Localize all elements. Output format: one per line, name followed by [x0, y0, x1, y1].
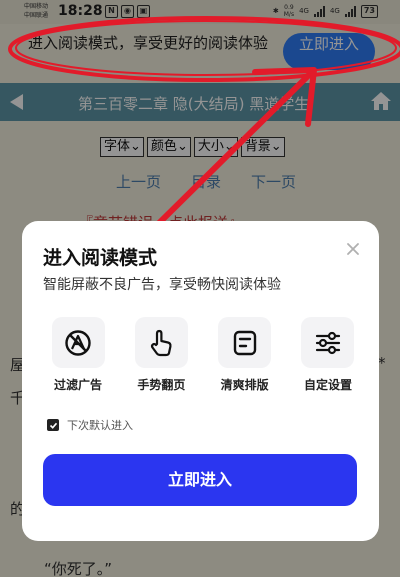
default-enter-option[interactable]: 下次默认进入 [47, 417, 133, 433]
feature-settings: 自定设置 [293, 317, 363, 393]
feature-layout: 清爽排版 [210, 317, 280, 393]
hand-gesture-icon [134, 317, 188, 368]
feature-gesture: 手势翻页 [126, 317, 196, 393]
dialog-title: 进入阅读模式 [43, 247, 158, 269]
reading-mode-dialog: 进入阅读模式 智能屏蔽不良广告，享受畅快阅读体验 过滤广告 手势翻页 清爽排版 … [22, 221, 379, 541]
feature-label: 过滤广告 [53, 378, 102, 392]
checkbox-label: 下次默认进入 [67, 419, 133, 432]
feature-label: 手势翻页 [137, 378, 186, 392]
checkmark-icon [49, 422, 57, 429]
dialog-subtitle: 智能屏蔽不良广告，享受畅快阅读体验 [43, 277, 281, 293]
feature-ad-filter: 过滤广告 [43, 317, 113, 393]
layout-icon [218, 317, 272, 368]
close-icon[interactable] [347, 243, 359, 255]
feature-list: 过滤广告 手势翻页 清爽排版 自定设置 [43, 317, 363, 393]
default-enter-checkbox[interactable] [47, 419, 59, 431]
feature-label: 自定设置 [303, 378, 352, 392]
feature-label: 清爽排版 [220, 378, 269, 392]
enter-reading-mode-button[interactable]: 立即进入 [43, 454, 357, 506]
ad-block-icon [51, 317, 105, 368]
settings-sliders-icon [301, 317, 355, 368]
